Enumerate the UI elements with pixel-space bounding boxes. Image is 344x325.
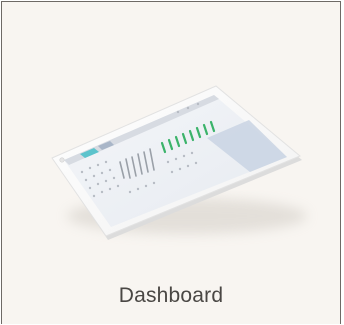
dashboard-card[interactable]: Dashboard xyxy=(1,1,341,324)
tablet-home-button xyxy=(59,157,65,163)
tablet-dashboard-icon xyxy=(51,85,307,240)
card-label: Dashboard xyxy=(118,284,224,307)
